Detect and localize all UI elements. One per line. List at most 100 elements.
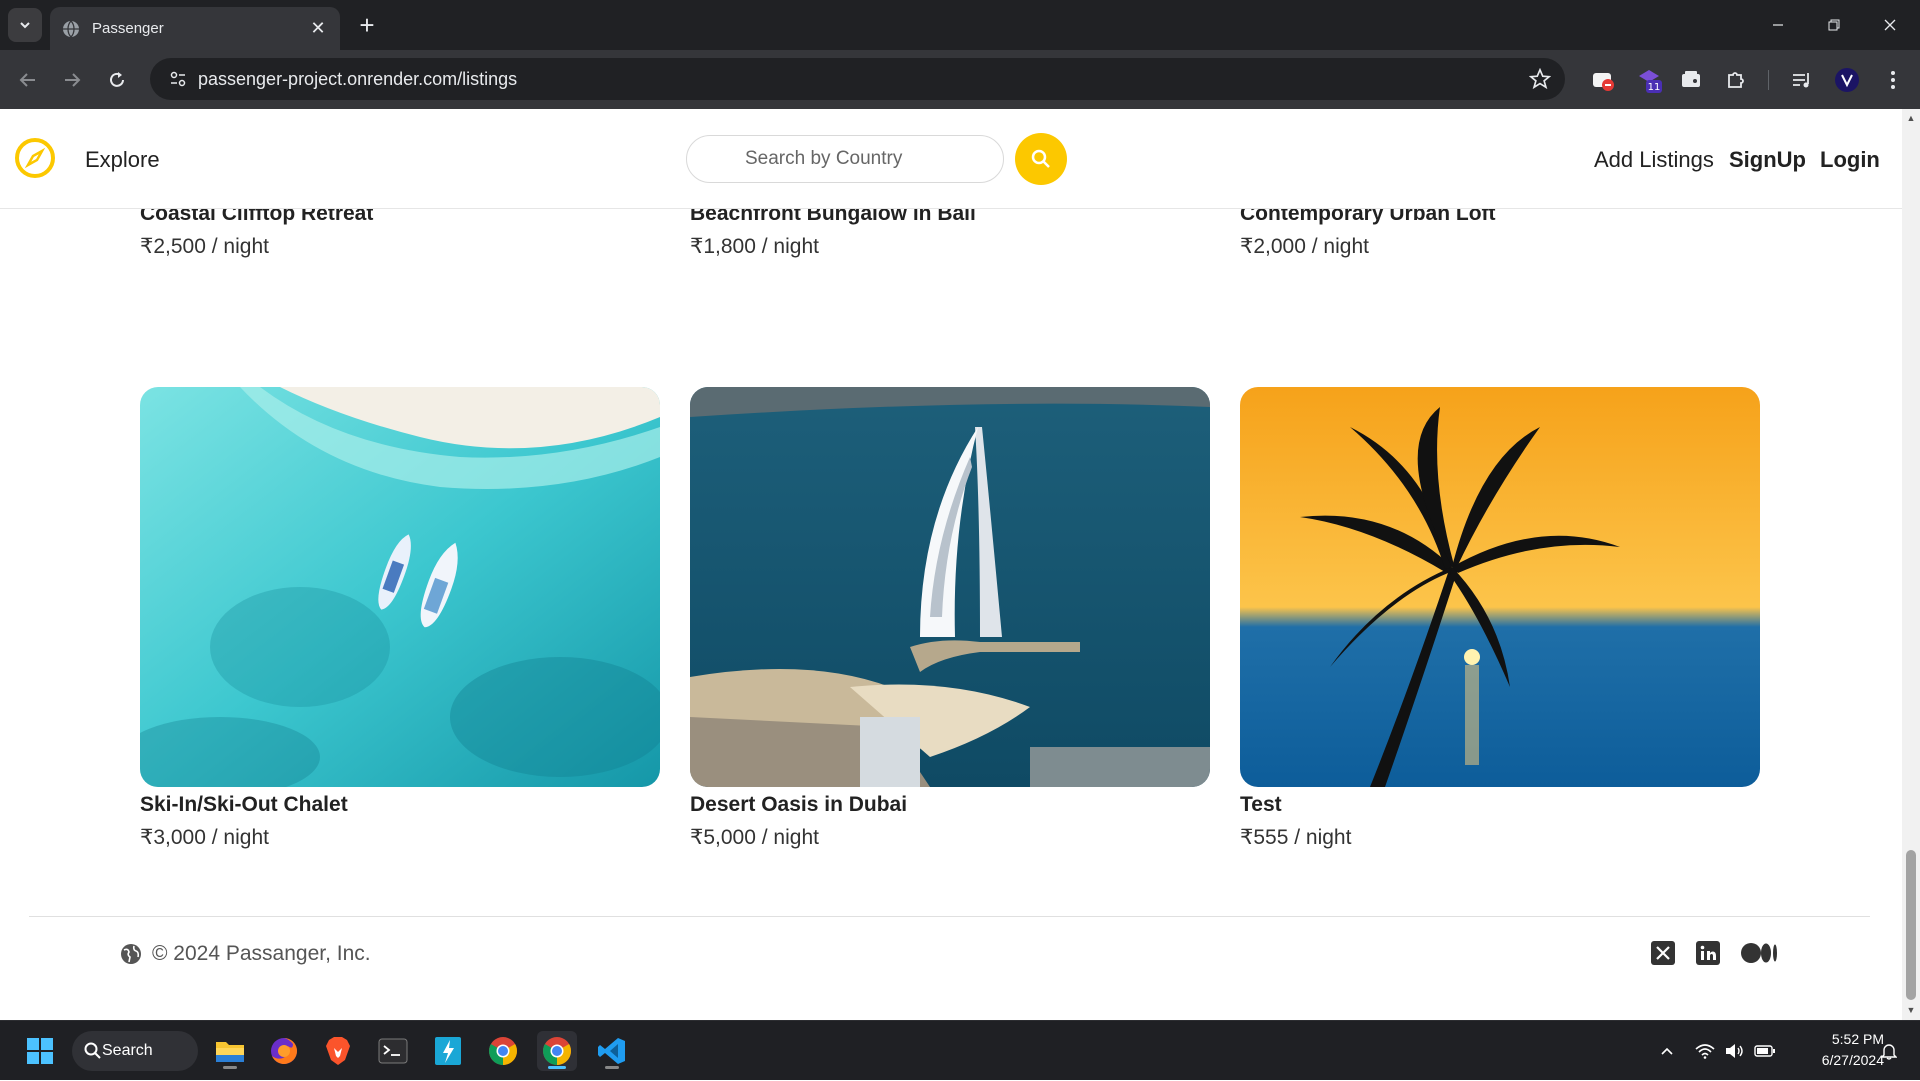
listing-card[interactable]: Test ₹555 / night [1240, 387, 1760, 850]
wifi-status[interactable] [1692, 1021, 1718, 1081]
close-window-button[interactable] [1862, 0, 1918, 50]
terminal-app[interactable] [373, 1031, 413, 1071]
listing-price: ₹2,500 / night [140, 234, 660, 259]
scroll-thumb[interactable] [1906, 850, 1916, 1000]
bookmark-star-icon[interactable] [1529, 68, 1551, 90]
lightning-app[interactable] [428, 1031, 468, 1071]
notifications-button[interactable] [1876, 1021, 1902, 1081]
price-amount: ₹1,800 [690, 235, 756, 258]
minimize-button[interactable] [1750, 0, 1806, 50]
price-amount: ₹2,500 [140, 235, 206, 258]
price-amount: ₹555 [1240, 826, 1289, 849]
tab-title: Passenger [92, 20, 164, 37]
system-clock[interactable]: 5:52 PM 6/27/2024 [1790, 1029, 1884, 1071]
listing-card[interactable]: Ski-In/Ski-Out Chalet ₹3,000 / night [140, 387, 660, 850]
browser-tab-active[interactable]: Passenger ✕ [50, 7, 340, 50]
running-indicator [223, 1066, 237, 1069]
globe-icon [121, 944, 141, 964]
medium-social-link[interactable] [1740, 938, 1780, 968]
tab-search-button[interactable] [8, 8, 42, 42]
browser-tab-bar: Passenger ✕ + [0, 0, 1920, 50]
battery-status[interactable] [1752, 1021, 1778, 1081]
url-text: passenger-project.onrender.com/listings [198, 68, 518, 89]
search-button[interactable] [1015, 133, 1067, 185]
price-unit: / night [755, 826, 819, 849]
listing-card[interactable]: Desert Oasis in Dubai ₹5,000 / night [690, 387, 1210, 850]
new-tab-button[interactable]: + [352, 10, 382, 40]
listing-price: ₹2,000 / night [1240, 234, 1760, 259]
reload-button[interactable] [101, 64, 133, 96]
taskbar-search[interactable]: Search [72, 1031, 198, 1071]
lightning-bolt-icon [435, 1037, 461, 1065]
site-info-icon[interactable] [158, 58, 198, 100]
price-unit: / night [205, 826, 269, 849]
chrome-app[interactable] [483, 1031, 523, 1071]
volume-status[interactable] [1722, 1021, 1748, 1081]
show-hidden-icons[interactable] [1654, 1021, 1680, 1081]
windows-logo-icon [27, 1038, 53, 1064]
site-navbar: Explore Add Listings SignUp Login [0, 109, 1902, 209]
country-search-input[interactable] [686, 135, 1004, 183]
terminal-icon [378, 1038, 408, 1064]
profile-avatar[interactable] [1832, 65, 1862, 95]
listing-title[interactable]: Ski-In/Ski-Out Chalet [140, 793, 660, 817]
media-controls-icon[interactable] [1786, 65, 1816, 95]
copyright-text: © 2024 Passanger, Inc. [152, 942, 371, 965]
page-scrollbar[interactable]: ▲ ▼ [1902, 109, 1920, 1020]
chrome-icon [543, 1037, 571, 1065]
battery-icon [1754, 1045, 1775, 1057]
compass-logo-icon[interactable] [14, 137, 56, 179]
file-explorer-app[interactable] [210, 1031, 250, 1071]
price-amount: ₹2,000 [1240, 235, 1306, 258]
add-listings-link[interactable]: Add Listings [1594, 147, 1714, 173]
price-amount: ₹5,000 [690, 826, 756, 849]
tab-close-icon[interactable]: ✕ [308, 18, 328, 39]
signup-link[interactable]: SignUp [1729, 147, 1806, 173]
extensions-puzzle-icon[interactable] [1721, 65, 1751, 95]
search-icon [84, 1042, 101, 1059]
linkedin-social-link[interactable] [1693, 938, 1723, 968]
chrome-app-active[interactable] [537, 1031, 577, 1071]
firefox-icon [271, 1038, 297, 1064]
firefox-app[interactable] [264, 1031, 304, 1071]
address-bar[interactable]: passenger-project.onrender.com/listings [150, 58, 1565, 100]
globe-favicon-icon [63, 20, 79, 37]
close-icon [1884, 19, 1896, 31]
toolbar-divider [1768, 70, 1769, 90]
extension-purple-icon[interactable]: 11 [1634, 65, 1664, 95]
extension-popup-blocker-icon[interactable] [1588, 65, 1618, 95]
bell-icon [1881, 1044, 1897, 1060]
x-social-link[interactable] [1648, 938, 1678, 968]
listing-image[interactable] [690, 387, 1210, 787]
back-button[interactable] [12, 64, 44, 96]
price-unit: / night [1305, 235, 1369, 258]
wifi-icon [1695, 1044, 1715, 1059]
start-button[interactable] [20, 1031, 60, 1071]
linkedin-icon [1696, 941, 1720, 965]
price-amount: ₹3,000 [140, 826, 206, 849]
medium-icon [1741, 943, 1777, 963]
listing-title[interactable]: Test [1240, 793, 1760, 817]
listing-title[interactable]: Desert Oasis in Dubai [690, 793, 1210, 817]
x-icon [1651, 941, 1675, 965]
minimize-icon [1773, 24, 1783, 26]
restore-icon [1828, 19, 1840, 31]
footer-copyright: © 2024 Passanger, Inc. [120, 942, 371, 966]
forward-button[interactable] [56, 64, 88, 96]
explore-link[interactable]: Explore [85, 147, 160, 173]
folder-icon [216, 1042, 244, 1062]
scroll-up-arrow-icon[interactable]: ▲ [1906, 113, 1916, 123]
scroll-down-arrow-icon[interactable]: ▼ [1906, 1005, 1916, 1015]
price-unit: / night [755, 235, 819, 258]
brave-app[interactable] [318, 1031, 358, 1071]
arrow-left-icon [19, 73, 35, 87]
listing-image[interactable] [140, 387, 660, 787]
listing-price: ₹555 / night [1240, 825, 1760, 850]
browser-menu-icon[interactable] [1878, 65, 1908, 95]
extension-wallet-icon[interactable] [1676, 65, 1706, 95]
listing-image[interactable] [1240, 387, 1760, 787]
vscode-app[interactable] [592, 1031, 632, 1071]
restore-button[interactable] [1806, 0, 1862, 50]
login-link[interactable]: Login [1820, 147, 1880, 173]
reload-icon [110, 72, 124, 87]
